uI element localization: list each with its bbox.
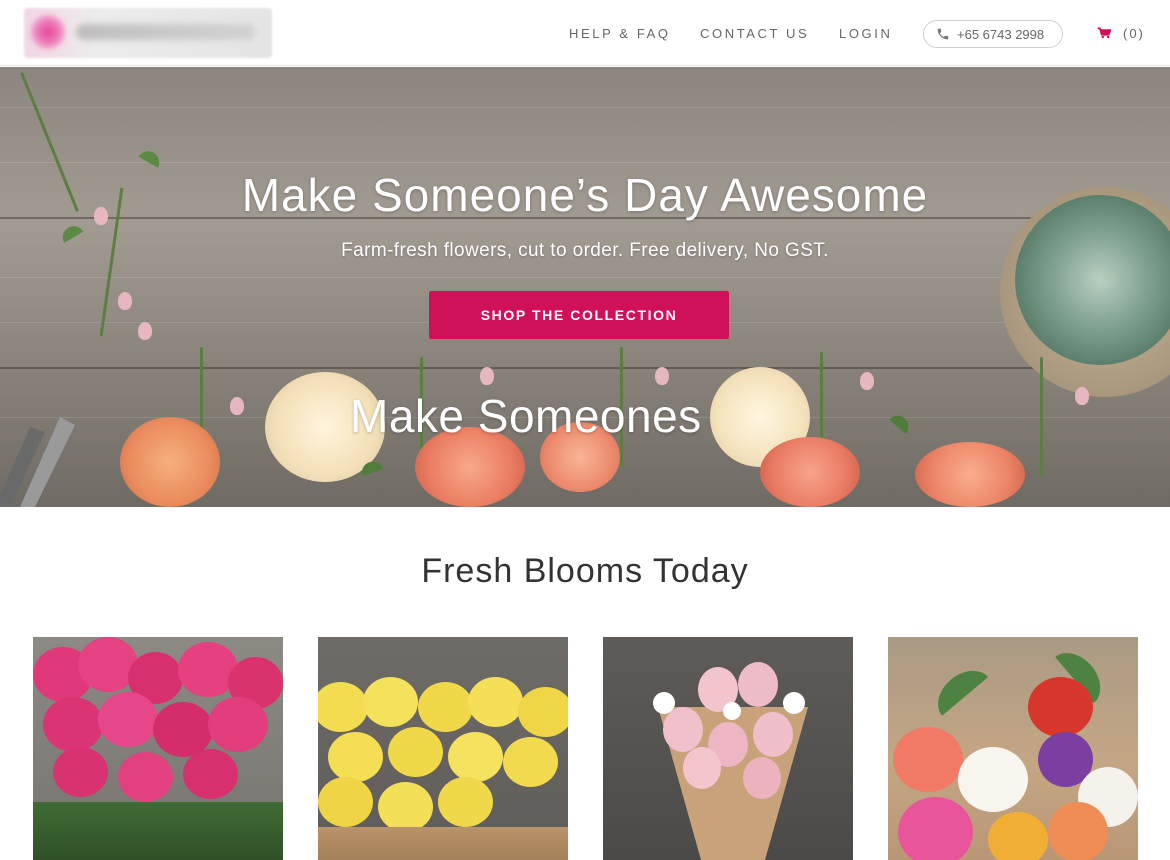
white-blossom [783, 692, 805, 714]
flower-bud [1075, 387, 1089, 405]
cart-count: (0) [1123, 25, 1145, 41]
rose-bloom [363, 677, 418, 727]
rose-bloom [98, 692, 158, 747]
rose-bloom [518, 687, 568, 737]
peach-rose [915, 442, 1025, 507]
rose-bloom [503, 737, 558, 787]
white-blossom [723, 702, 741, 720]
rose-bloom [418, 682, 473, 732]
ranunculus-bloom [1028, 677, 1093, 737]
wood-grain [0, 277, 1170, 278]
flower-bud [860, 372, 874, 390]
flower-bud [655, 367, 669, 385]
logo-wordmark [76, 24, 256, 40]
flower-bud [480, 367, 494, 385]
rose-bloom [328, 732, 383, 782]
rose-bloom [43, 697, 103, 752]
hero-subtitle: Farm-fresh flowers, cut to order. Free d… [341, 240, 829, 261]
cart-button[interactable]: (0) [1097, 0, 1145, 66]
garden-shears [0, 417, 75, 507]
rose-bloom [378, 782, 433, 832]
wood-grain [0, 162, 1170, 163]
flower-bud [138, 322, 152, 340]
wood-grain [0, 107, 1170, 108]
hero-overlay-text: Make Someones [350, 390, 702, 442]
nav-login: LOGIN [839, 0, 892, 66]
wood-plank-seam [0, 367, 1170, 369]
tulip-bloom [663, 707, 703, 752]
peach-rose [760, 437, 860, 507]
tulip-bloom [743, 757, 781, 799]
rose-bloom [388, 727, 443, 777]
logo-mark [30, 14, 66, 50]
rose-stems [33, 802, 283, 860]
phone-icon [936, 27, 950, 41]
rose-bloom [468, 677, 523, 727]
rose-bloom [318, 777, 373, 827]
rose-bloom [53, 747, 108, 797]
shop-collection-button[interactable]: SHOP THE COLLECTION [429, 291, 729, 339]
flower-stem [1040, 357, 1043, 477]
tulip-bloom [738, 662, 778, 707]
site-header: HELP & FAQ CONTACT US LOGIN +65 6743 299… [0, 0, 1170, 66]
product-card-yellow-roses[interactable] [318, 637, 568, 860]
cart-icon [1097, 27, 1111, 39]
tulip-bloom [753, 712, 793, 757]
rose-bloom [438, 777, 493, 827]
rose-bloom [118, 752, 173, 802]
rose-bloom [448, 732, 503, 782]
leaf [138, 147, 164, 168]
hero-banner: Make Someone’s Day Awesome Farm-fresh fl… [0, 67, 1170, 507]
flower-bud [230, 397, 244, 415]
ranunculus-bloom [898, 797, 973, 860]
ranunculus-bloom [958, 747, 1028, 812]
section-title: Fresh Blooms Today [421, 552, 749, 590]
flower-bud [118, 292, 132, 310]
hero-title: Make Someone’s Day Awesome [241, 169, 929, 221]
tulip-bloom [683, 747, 721, 789]
kraft-wrap [318, 827, 568, 860]
leaf [889, 411, 913, 434]
nav-contact: CONTACT US [700, 0, 809, 66]
peach-rose [120, 417, 220, 507]
ranunculus-bloom [988, 812, 1048, 860]
rose-bloom [318, 682, 368, 732]
nav-login-link[interactable]: LOGIN [839, 26, 892, 41]
ranunculus-bloom [893, 727, 963, 792]
phone-number: +65 6743 2998 [957, 26, 1045, 42]
ranunculus-bloom [1048, 802, 1108, 860]
white-blossom [653, 692, 675, 714]
rose-bloom [183, 749, 238, 799]
product-card-ranunculus[interactable] [888, 637, 1138, 860]
nav-help: HELP & FAQ [569, 0, 671, 66]
rose-bloom [208, 697, 268, 752]
phone-button[interactable]: +65 6743 2998 [923, 20, 1063, 48]
product-card-pink-tulips[interactable] [603, 637, 853, 860]
nav-contact-us-link[interactable]: CONTACT US [700, 26, 809, 41]
site-logo[interactable] [24, 8, 272, 58]
product-card-pink-roses[interactable] [33, 637, 283, 860]
nav-help-faq-link[interactable]: HELP & FAQ [569, 26, 671, 41]
